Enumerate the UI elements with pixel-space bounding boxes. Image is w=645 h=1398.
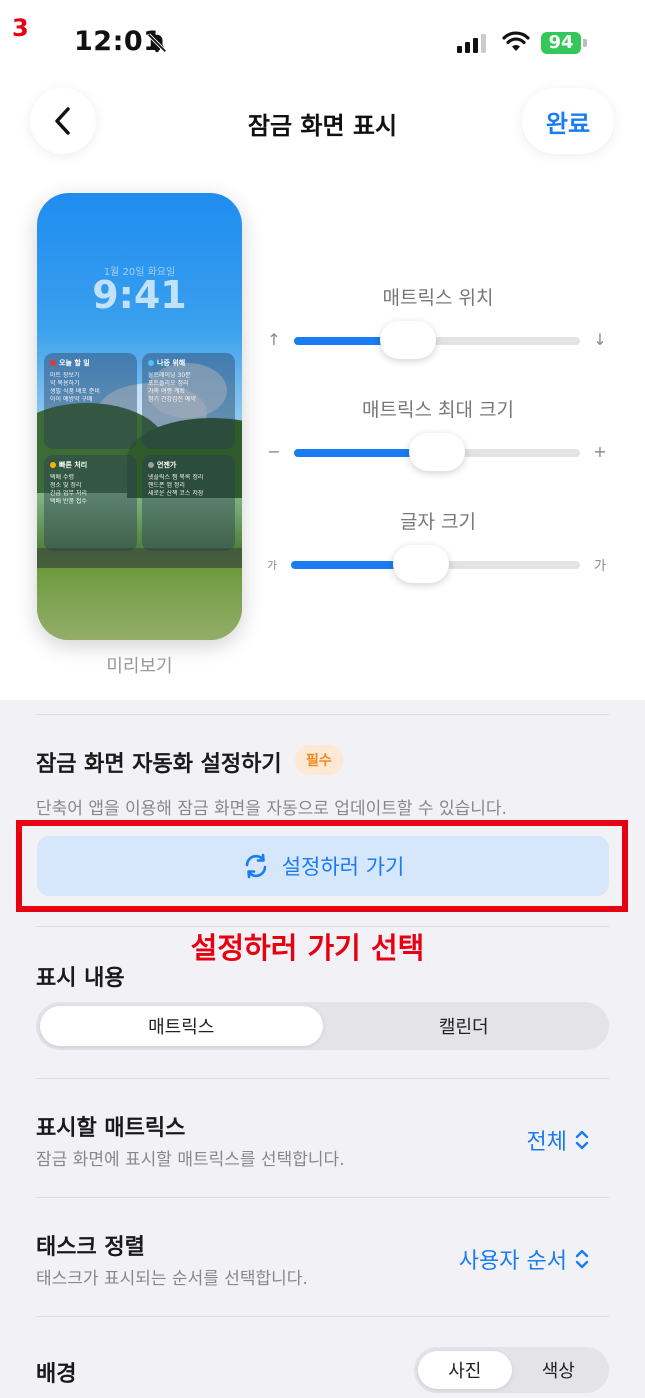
arrow-up-icon: ↑ (267, 330, 281, 349)
matrix-max-size-slider[interactable] (294, 433, 580, 471)
plus-icon: + (593, 442, 607, 461)
segment-photo[interactable]: 사진 (418, 1351, 512, 1389)
automation-description: 단축어 앱을 이용해 잠금 화면을 자동으로 업데이트할 수 있습니다. (36, 799, 507, 819)
matrix-display-value: 전체 (526, 1130, 567, 1155)
done-button[interactable]: 완료 (522, 88, 614, 154)
lock-screen-preview: 1월 20일 화요일 9:41 오늘 할 일 마트 장보기 약 복용하기 생필 … (37, 193, 242, 640)
battery-indicator: 94 (541, 32, 581, 54)
chevron-up-down-icon (575, 1249, 589, 1269)
background-title: 배경 (36, 1362, 77, 1387)
task-sort-title: 태스크 정렬 (36, 1235, 145, 1260)
preview-widget: 나중 위해 울트레이닝 30분 포트폴리오 정리 가족 여행 계획 정기 건강검… (142, 353, 235, 449)
slider-thumb[interactable] (380, 321, 437, 359)
matrix-display-title: 표시할 매트릭스 (36, 1116, 186, 1141)
preview-widget: 언젠가 넷플릭스 찜 목록 정리 핸드폰 앱 정리 새로운 산책 코스 저장 (142, 455, 235, 551)
small-text-icon: 가 (266, 559, 278, 572)
automation-title: 잠금 화면 자동화 설정하기 (36, 752, 282, 777)
task-sort-description: 태스크가 표시되는 순서를 선택합니다. (36, 1269, 308, 1289)
slider-thumb[interactable] (393, 545, 450, 583)
preview-widget: 빠른 처리 택배 수령 청소 및 정리 긴급 업무 처리 택배 반품 접수 (44, 455, 137, 551)
wifi-icon (502, 31, 530, 51)
divider (36, 714, 609, 715)
segment-calendar[interactable]: 캘린더 (323, 1006, 606, 1046)
step-number: 3 (12, 14, 29, 42)
preview-widget: 오늘 할 일 마트 장보기 약 복용하기 생필 식품 배포 준비 아이 예방약 … (44, 353, 137, 449)
matrix-max-size-label: 매트릭스 최대 크기 (362, 399, 514, 421)
divider (36, 926, 609, 927)
divider (36, 1316, 609, 1317)
task-sort-picker[interactable]: 사용자 순서 (459, 1243, 589, 1275)
divider (36, 1078, 609, 1079)
matrix-position-label: 매트릭스 위치 (382, 287, 494, 309)
large-text-icon: 가 (594, 559, 606, 574)
preview-label: 미리보기 (106, 656, 173, 677)
battery-tip (583, 39, 587, 47)
preview-clock: 9:41 (92, 273, 187, 317)
matrix-position-slider[interactable] (294, 321, 580, 359)
task-sort-value: 사용자 순서 (458, 1249, 567, 1274)
slider-thumb[interactable] (409, 433, 465, 471)
background-segmented-control[interactable]: 사진 색상 (414, 1347, 609, 1393)
display-content-segmented-control[interactable]: 매트릭스 캘린더 (36, 1002, 609, 1050)
segment-matrix[interactable]: 매트릭스 (40, 1006, 323, 1046)
chevron-up-down-icon (575, 1130, 589, 1150)
font-size-label: 글자 크기 (400, 511, 476, 533)
segment-color[interactable]: 색상 (512, 1351, 606, 1389)
divider (36, 1197, 609, 1198)
cellular-signal-icon (457, 34, 486, 53)
required-badge: 필수 (295, 745, 343, 775)
matrix-display-picker[interactable]: 전체 (527, 1124, 589, 1156)
bell-muted-icon (147, 33, 167, 53)
highlight-box (16, 820, 628, 912)
display-content-title: 표시 내용 (36, 966, 125, 991)
minus-icon: − (267, 442, 281, 461)
matrix-display-description: 잠금 화면에 표시할 매트릭스를 선택합니다. (36, 1150, 345, 1170)
arrow-down-icon: ↓ (593, 330, 607, 349)
font-size-slider[interactable] (291, 545, 580, 583)
